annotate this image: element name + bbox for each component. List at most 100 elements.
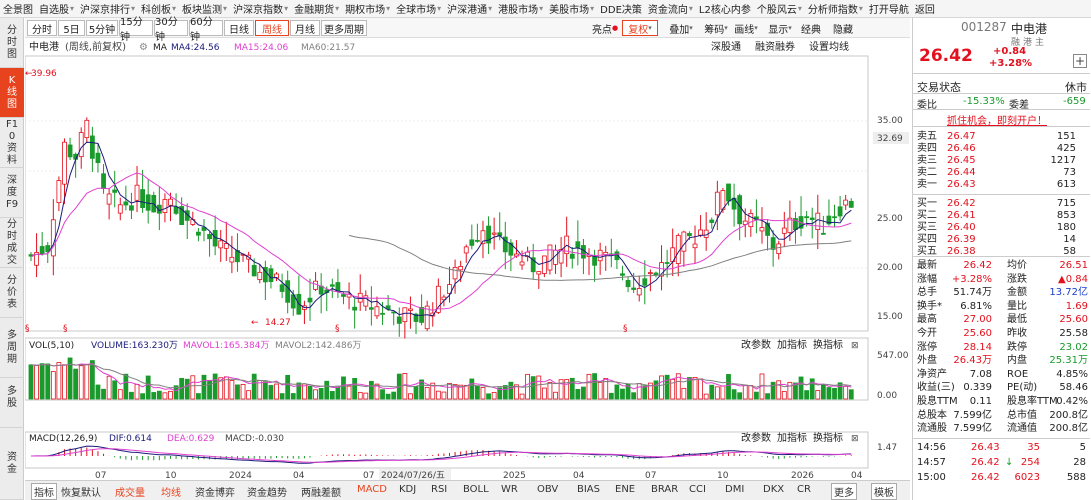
left-tab-2[interactable]: F10资料: [0, 118, 24, 168]
stat-row: 最新 26.42 均价 26.51: [913, 260, 1090, 271]
toolbar-btn-2[interactable]: 叠加 ▾: [662, 20, 700, 36]
toolbar-btn-3[interactable]: 筹码 ▾: [704, 20, 728, 36]
indicator-tab-18[interactable]: DKX: [763, 484, 784, 495]
indicator-tab-12[interactable]: OBV: [537, 484, 558, 495]
period-tab-3[interactable]: 15分钟: [119, 17, 153, 43]
indicator-tab-0[interactable]: 指标: [31, 483, 57, 500]
toolbar-btn-1[interactable]: 复权 ▾: [622, 20, 658, 36]
candle-body: [78, 132, 84, 158]
top-menu-item-16[interactable]: 分析师指数 ▾: [805, 0, 866, 17]
period-tab-6[interactable]: 日线: [224, 20, 254, 36]
left-tab-0[interactable]: 分时图: [0, 18, 24, 68]
indicator-tab-11[interactable]: WR: [501, 484, 518, 495]
x-axis-label: 04: [573, 471, 585, 480]
top-menu-item-14[interactable]: L2核心内参: [696, 0, 754, 17]
indicator-tab-1[interactable]: 恢复默认: [61, 484, 101, 499]
left-tab-1[interactable]: K线图: [0, 68, 24, 118]
left-tab-7[interactable]: 多股: [0, 368, 24, 428]
top-menu-item-5[interactable]: 沪深京指数 ▾: [230, 0, 291, 17]
indicator-tab-3[interactable]: 均线: [161, 484, 181, 499]
left-tab-4[interactable]: 分时成交: [0, 218, 24, 268]
indicator-tab-10[interactable]: BOLL: [463, 484, 489, 495]
top-menu-item-17[interactable]: 打开导航: [866, 0, 912, 17]
volume-bar: [547, 381, 553, 400]
stat-row: 收益(三) 0.339 PE(动) 58.46: [913, 382, 1090, 393]
indicator-tab-6[interactable]: 两融差额: [301, 484, 341, 499]
top-menu-item-12[interactable]: DDE决策: [597, 0, 645, 17]
x-axis-label: 2025: [503, 471, 526, 480]
volume-bar: [62, 364, 67, 400]
indicator-tab-9[interactable]: RSI: [431, 484, 447, 495]
top-menu-item-9[interactable]: 沪深港通 ▾: [444, 0, 495, 17]
indicator-tab-2[interactable]: 成交量: [115, 484, 145, 499]
open-account-link[interactable]: 抓住机会，即刻开户！: [947, 112, 1047, 127]
ask-row[interactable]: 卖二 26.44 73: [913, 167, 1090, 178]
indicator-tab-7[interactable]: MACD: [357, 484, 387, 495]
period-tab-1[interactable]: 5日: [58, 20, 85, 36]
top-menu-item-10[interactable]: 港股市场 ▾: [495, 0, 546, 17]
top-menu-item-6[interactable]: 金融期货 ▾: [291, 0, 342, 17]
period-tab-8[interactable]: 月线: [290, 20, 320, 36]
stat-value: 25.60: [963, 328, 992, 339]
ask-row[interactable]: 卖一 26.43 613: [913, 179, 1090, 190]
volume-bar: [480, 387, 486, 400]
indicator-tab-20[interactable]: 更多: [831, 483, 857, 500]
period-tab-5[interactable]: 60分钟: [189, 17, 223, 43]
chart-header-link: 融资融券: [755, 40, 795, 53]
left-tab-3[interactable]: 深度F9: [0, 168, 24, 218]
toolbar-btn-5[interactable]: 显示 ▾: [765, 20, 795, 36]
period-tab-2[interactable]: 5分钟: [86, 20, 118, 36]
toolbar-btn-7[interactable]: 隐藏: [828, 20, 858, 36]
dividend-marker-icon[interactable]: §: [623, 324, 628, 334]
left-tab-8[interactable]: 资金: [0, 428, 24, 500]
ask-row[interactable]: 卖三 26.45 1217: [913, 155, 1090, 166]
indicator-tab-13[interactable]: BIAS: [577, 484, 600, 495]
dropdown-arrow-icon: ▾: [539, 4, 544, 13]
indicator-tab-14[interactable]: ENE: [615, 484, 635, 495]
toolbar-btn-0[interactable]: 亮点 ●: [590, 20, 620, 36]
toolbar-btn-4[interactable]: 画线 ▾: [729, 20, 763, 36]
period-tab-0[interactable]: 分时: [27, 20, 57, 36]
period-tab-4[interactable]: 30分钟: [154, 17, 188, 43]
add-favorite-button[interactable]: +: [1073, 54, 1087, 68]
top-menu-item-11[interactable]: 美股市场 ▾: [546, 0, 597, 17]
vol-volume: VOLUME:163.230万: [91, 341, 178, 351]
indicator-tab-16[interactable]: CCI: [689, 484, 706, 495]
volume-bar: [837, 382, 843, 400]
ma4-value: MA4:24.56: [171, 43, 220, 53]
indicator-tab-8[interactable]: KDJ: [399, 484, 416, 495]
top-menu-item-18[interactable]: 返回: [912, 0, 938, 17]
left-tab-5[interactable]: 分价表: [0, 268, 24, 318]
bid-row[interactable]: 买二 26.41 853: [913, 210, 1090, 221]
dividend-marker-icon[interactable]: §: [63, 324, 68, 334]
candle-body: [647, 272, 653, 275]
top-menu-item-8[interactable]: 全球市场 ▾: [393, 0, 444, 17]
period-tab-7[interactable]: 周线: [255, 20, 289, 36]
toolbar-btn-6[interactable]: 经典: [796, 20, 826, 36]
indicator-tab-5[interactable]: 资金趋势: [247, 484, 287, 499]
settings-gear-icon[interactable]: ⚙: [139, 42, 148, 53]
top-menu-item-1[interactable]: 自选股 ▾: [36, 0, 77, 17]
top-menu-item-7[interactable]: 期权市场 ▾: [342, 0, 393, 17]
indicator-tab-17[interactable]: DMI: [725, 484, 744, 495]
ask-row[interactable]: 卖四 26.46 425: [913, 143, 1090, 154]
indicator-tab-21[interactable]: 模板: [871, 483, 897, 500]
close-icon[interactable]: ⊠: [851, 434, 859, 444]
dividend-marker-icon[interactable]: §: [335, 324, 340, 334]
bid-row[interactable]: 买四 26.39 14: [913, 234, 1090, 245]
dividend-marker-icon[interactable]: §: [25, 324, 30, 334]
bid-row[interactable]: 买一 26.42 715: [913, 198, 1090, 209]
ask-row[interactable]: 卖五 26.47 151: [913, 131, 1090, 142]
volume-bar: [402, 372, 408, 400]
close-icon[interactable]: ⊠: [851, 341, 859, 351]
level-volume: 715: [1056, 198, 1076, 209]
candle-body: [636, 288, 642, 296]
top-menu-item-13[interactable]: 资金流向 ▾: [645, 0, 696, 17]
bid-row[interactable]: 买三 26.40 180: [913, 222, 1090, 233]
top-menu-item-0[interactable]: 全景图: [0, 0, 36, 17]
top-menu-item-15[interactable]: 个股风云 ▾: [754, 0, 805, 17]
period-tab-9[interactable]: 更多周期: [321, 20, 367, 36]
indicator-tab-4[interactable]: 资金博弈: [195, 484, 235, 499]
indicator-tab-19[interactable]: CR: [797, 484, 811, 495]
indicator-tab-15[interactable]: BRAR: [651, 484, 678, 495]
